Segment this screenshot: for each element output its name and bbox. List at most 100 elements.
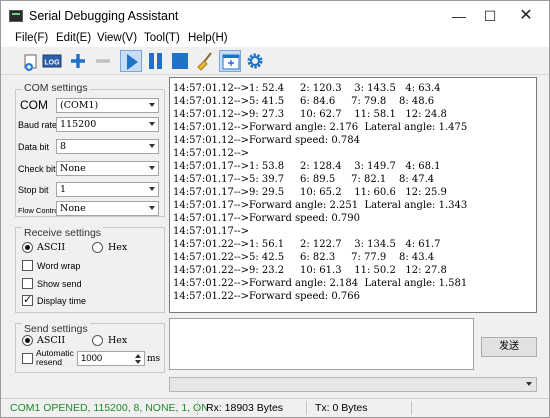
com-settings-group: COM settings COM (COM1) Baud rate 115200… (15, 82, 165, 217)
chevron-down-icon (149, 103, 155, 107)
receive-settings-title: Receive settings (22, 227, 104, 239)
minus-icon[interactable] (92, 50, 114, 72)
log-icon-label: LOG (44, 60, 60, 67)
output-line: 14:57:01.17-->9: 29.5 10: 65.2 11: 60.6 … (173, 187, 447, 198)
window-title: Serial Debugging Assistant (29, 9, 179, 23)
port-status: COM1 OPENED, 115200, 8, NONE, 1, ON (10, 402, 209, 414)
com-settings-title: COM settings (22, 82, 90, 94)
log-icon[interactable]: LOG (41, 50, 63, 72)
word-wrap-label: Word wrap (37, 261, 81, 271)
status-divider (197, 401, 198, 415)
title-bar: Serial Debugging Assistant — ☐ ✕ (1, 1, 549, 31)
com-port-select[interactable]: (COM1) (56, 98, 159, 113)
send-hex-label: Hex (108, 335, 128, 346)
output-line: 14:57:01.12-->5: 41.5 6: 84.6 7: 79.8 8:… (173, 96, 435, 107)
com-label: COM (20, 98, 48, 112)
stepper-down-icon[interactable] (135, 360, 141, 364)
receive-ascii-radio[interactable] (22, 242, 33, 253)
chevron-down-icon (149, 206, 155, 210)
menu-help[interactable]: Help(H) (188, 32, 228, 44)
flow-control-label: Flow Control (18, 206, 61, 215)
stop-bit-value: 1 (60, 184, 67, 195)
send-button[interactable]: 发送 (481, 337, 537, 357)
output-line: 14:57:01.22-->1: 56.1 2: 122.7 3: 134.5 … (173, 239, 441, 250)
plus-icon[interactable] (67, 50, 89, 72)
add-window-icon[interactable] (219, 50, 241, 72)
output-line: 14:57:01.22-->9: 23.2 10: 61.3 11: 50.2 … (173, 265, 447, 276)
auto-resend-checkbox[interactable] (22, 353, 33, 364)
new-icon[interactable] (21, 50, 43, 72)
display-time-checkbox[interactable] (22, 293, 33, 306)
send-settings-title: Send settings (22, 323, 90, 335)
send-hex-radio[interactable] (92, 335, 103, 346)
receive-ascii-label: ASCII (37, 242, 66, 253)
chevron-down-icon (149, 144, 155, 148)
receive-output-area[interactable]: 14:57:01.12-->1: 52.4 2: 120.3 3: 143.5 … (169, 77, 537, 313)
output-line: 14:57:01.17-->Forward angle: 2.251 Later… (173, 200, 468, 211)
status-divider (411, 401, 412, 415)
menu-edit[interactable]: Edit(E) (56, 32, 91, 44)
check-bit-label: Check bit (18, 164, 56, 174)
baud-rate-label: Baud rate (18, 120, 58, 130)
output-line: 14:57:01.22-->Forward speed: 0.766 (173, 291, 360, 302)
output-line: 14:57:01.12-->1: 52.4 2: 120.3 3: 143.5 … (173, 83, 441, 94)
output-line: 14:57:01.12-->Forward angle: 2.176 Later… (173, 122, 468, 133)
send-ascii-radio[interactable] (22, 335, 33, 346)
data-bit-value: 8 (60, 141, 67, 152)
menu-view[interactable]: View(V) (97, 32, 137, 44)
stop-bit-select[interactable]: 1 (56, 182, 159, 197)
send-input[interactable] (169, 318, 474, 370)
output-line: 14:57:01.17--> (173, 226, 249, 237)
chevron-down-icon (149, 187, 155, 191)
stepper-up-icon[interactable] (135, 354, 141, 358)
auto-resend-line2: resend (36, 357, 62, 367)
show-send-label: Show send (37, 279, 82, 289)
maximize-button[interactable]: ☐ (475, 5, 505, 27)
output-line: 14:57:01.22-->Forward angle: 2.184 Later… (173, 278, 468, 289)
output-line: 14:57:01.17-->1: 53.8 2: 128.4 3: 149.7 … (173, 161, 441, 172)
status-bar: COM1 OPENED, 115200, 8, NONE, 1, ON Rx: … (1, 398, 549, 417)
minimize-button[interactable]: — (444, 5, 474, 27)
check-bit-value: None (60, 163, 86, 174)
chevron-down-icon (149, 122, 155, 126)
baud-rate-value: 115200 (60, 119, 97, 130)
send-history-select[interactable] (169, 377, 537, 392)
app-window: Serial Debugging Assistant — ☐ ✕ File(F)… (0, 0, 550, 418)
menu-file[interactable]: File(F) (15, 32, 48, 44)
resend-interval-value: 1000 (81, 353, 103, 364)
output-line: 14:57:01.17-->Forward speed: 0.790 (173, 213, 360, 224)
menu-tool[interactable]: Tool(T) (144, 32, 180, 44)
receive-hex-label: Hex (108, 242, 128, 253)
gear-icon[interactable] (244, 50, 266, 72)
auto-resend-label: Automatic resend (36, 349, 74, 367)
output-line: 14:57:01.22-->5: 42.5 6: 82.3 7: 77.9 8:… (173, 252, 435, 263)
toolbar: LOG (1, 47, 549, 75)
resend-interval-stepper[interactable]: 1000 (77, 351, 145, 366)
status-divider (306, 401, 307, 415)
app-icon (9, 10, 23, 22)
data-bit-select[interactable]: 8 (56, 139, 159, 154)
interval-unit-label: ms (147, 354, 161, 364)
word-wrap-checkbox[interactable] (22, 260, 33, 271)
output-line: 14:57:01.17-->5: 39.7 6: 89.5 7: 82.1 8:… (173, 174, 435, 185)
receive-settings-group: Receive settings ASCII Hex Word wrap Sho… (15, 227, 165, 313)
play-icon[interactable] (120, 50, 142, 72)
check-bit-select[interactable]: None (56, 161, 159, 176)
pause-icon[interactable] (145, 50, 167, 72)
menu-bar: File(F) Edit(E) View(V) Tool(T) Help(H) (1, 31, 549, 47)
close-button[interactable]: ✕ (511, 5, 541, 27)
broom-icon[interactable] (194, 50, 216, 72)
flow-control-select[interactable]: None (56, 201, 159, 216)
output-line: 14:57:01.12-->9: 27.3 10: 62.7 11: 58.1 … (173, 109, 447, 120)
output-line: 14:57:01.12-->Forward speed: 0.784 (173, 135, 360, 146)
baud-rate-select[interactable]: 115200 (56, 117, 159, 132)
chevron-down-icon (526, 382, 532, 386)
stop-bit-label: Stop bit (18, 185, 49, 195)
stop-icon[interactable] (169, 50, 191, 72)
output-line: 14:57:01.12--> (173, 148, 249, 159)
send-ascii-label: ASCII (37, 335, 66, 346)
data-bit-label: Data bit (18, 142, 50, 152)
rx-count: Rx: 18903 Bytes (206, 402, 284, 414)
receive-hex-radio[interactable] (92, 242, 103, 253)
show-send-checkbox[interactable] (22, 278, 33, 289)
